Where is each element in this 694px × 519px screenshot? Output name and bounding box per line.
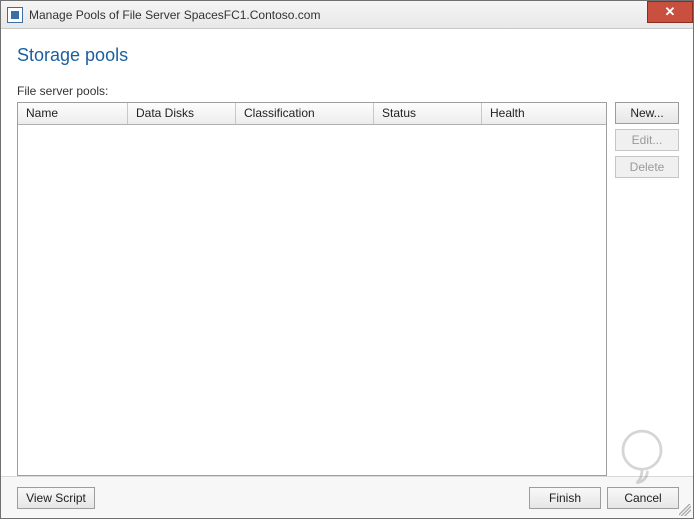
- close-button[interactable]: ✕: [647, 1, 693, 23]
- col-classification[interactable]: Classification: [236, 103, 374, 124]
- cancel-button[interactable]: Cancel: [607, 487, 679, 509]
- table-body[interactable]: [18, 125, 606, 475]
- footer: View Script Finish Cancel: [1, 476, 693, 518]
- col-data-disks[interactable]: Data Disks: [128, 103, 236, 124]
- col-status[interactable]: Status: [374, 103, 482, 124]
- window-title: Manage Pools of File Server SpacesFC1.Co…: [29, 8, 320, 22]
- content-area: Storage pools File server pools: Name Da…: [1, 29, 693, 476]
- app-icon: [7, 7, 23, 23]
- close-icon: ✕: [665, 4, 676, 20]
- edit-button: Edit...: [615, 129, 679, 151]
- pools-label: File server pools:: [17, 84, 679, 98]
- delete-button: Delete: [615, 156, 679, 178]
- titlebar[interactable]: Manage Pools of File Server SpacesFC1.Co…: [1, 1, 693, 29]
- main-row: Name Data Disks Classification Status He…: [17, 102, 679, 476]
- col-name[interactable]: Name: [18, 103, 128, 124]
- pools-table[interactable]: Name Data Disks Classification Status He…: [17, 102, 607, 476]
- dialog-window: Manage Pools of File Server SpacesFC1.Co…: [0, 0, 694, 519]
- finish-button[interactable]: Finish: [529, 487, 601, 509]
- view-script-button[interactable]: View Script: [17, 487, 95, 509]
- new-button[interactable]: New...: [615, 102, 679, 124]
- col-health[interactable]: Health: [482, 103, 606, 124]
- side-buttons: New... Edit... Delete: [615, 102, 679, 476]
- table-header: Name Data Disks Classification Status He…: [18, 103, 606, 125]
- page-title: Storage pools: [17, 45, 679, 66]
